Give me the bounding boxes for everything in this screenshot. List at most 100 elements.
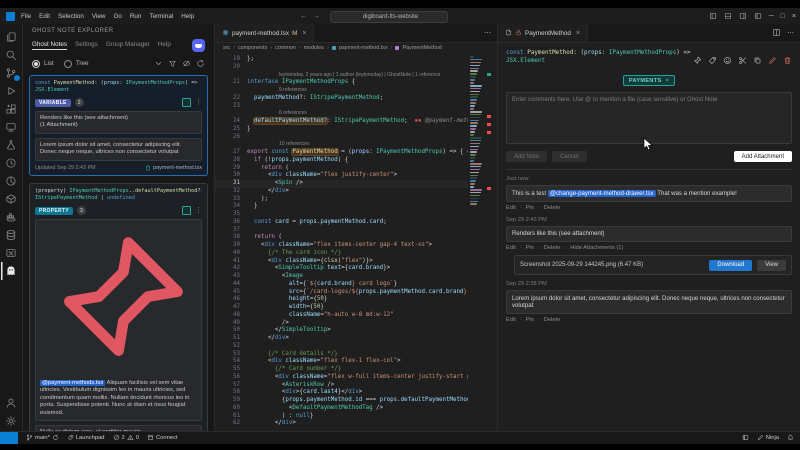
line-number[interactable]: 34 bbox=[215, 203, 247, 211]
sidebar-tab-group-manager[interactable]: Group Manager bbox=[106, 41, 150, 50]
activity-image-preview-icon[interactable] bbox=[1, 244, 21, 262]
line-number[interactable]: 40 bbox=[215, 250, 247, 258]
code-line[interactable]: 42 <SimpleTooltip text={card.brand}> bbox=[215, 265, 497, 273]
codelens-link[interactable]: 9 references bbox=[247, 87, 307, 95]
note-action-pin[interactable]: Pin bbox=[526, 205, 534, 211]
activity-search-icon[interactable] bbox=[1, 46, 21, 64]
toggle-panel-icon[interactable] bbox=[724, 7, 732, 25]
code-line[interactable]: 50 </SimpleTooltip> bbox=[215, 327, 497, 335]
code-line[interactable]: 19}; bbox=[215, 56, 497, 64]
codelens-link[interactable]: leytonoday, 2 years ago | 1 author (leyt… bbox=[247, 72, 440, 80]
line-number[interactable]: 59 bbox=[215, 397, 247, 405]
code-line[interactable]: 58 <div>{card.last4}</div> bbox=[215, 389, 497, 397]
code-line[interactable]: 24 defaultPaymentMethod?: IStripePayment… bbox=[215, 118, 497, 126]
delete-note-icon[interactable] bbox=[783, 52, 792, 70]
download-button[interactable]: Download bbox=[709, 260, 752, 271]
breadcrumb-item[interactable]: payment-method.tsx bbox=[339, 45, 388, 51]
snippet-note-icon[interactable] bbox=[738, 52, 747, 70]
note-action-edit[interactable]: Edit bbox=[506, 245, 516, 251]
code-line[interactable]: 25} bbox=[215, 126, 497, 134]
line-number[interactable]: 51 bbox=[215, 335, 247, 343]
line-number[interactable]: 27 bbox=[215, 149, 247, 157]
add-attachment-button[interactable]: Add Attachment bbox=[734, 151, 792, 162]
connect-item[interactable]: Connect bbox=[147, 434, 178, 441]
goto-symbol-icon[interactable] bbox=[182, 206, 191, 215]
code-line[interactable]: 35 bbox=[215, 211, 497, 219]
code-line[interactable]: 51 </div> bbox=[215, 335, 497, 343]
menu-help[interactable]: Help bbox=[181, 13, 194, 20]
command-center-search[interactable]: digiboard-tts-website bbox=[330, 11, 448, 23]
list-radio[interactable] bbox=[32, 60, 40, 68]
problems-item[interactable]: 2 0 bbox=[113, 434, 139, 441]
line-number[interactable]: 25 bbox=[215, 126, 247, 134]
line-number[interactable]: 46 bbox=[215, 296, 247, 304]
code-line[interactable]: 52 bbox=[215, 343, 497, 351]
line-number[interactable]: 20 bbox=[215, 64, 247, 72]
cancel-button[interactable]: Cancel bbox=[552, 151, 587, 162]
note-body[interactable]: @payment-methods.tsx Aliquam facilisis v… bbox=[35, 219, 202, 421]
refresh-icon[interactable] bbox=[196, 59, 205, 68]
line-number[interactable]: 29 bbox=[215, 165, 247, 173]
line-number[interactable]: 62 bbox=[215, 420, 247, 428]
codelens-link[interactable]: 6 references bbox=[247, 110, 307, 118]
code-editor[interactable]: 19};20leytonoday, 2 years ago | 1 author… bbox=[215, 53, 497, 432]
line-number[interactable]: 60 bbox=[215, 405, 247, 413]
code-line[interactable]: 37 bbox=[215, 227, 497, 235]
breadcrumb[interactable]: src›components›common›modules›payment-me… bbox=[215, 43, 497, 53]
git-branch-item[interactable]: main* bbox=[26, 434, 59, 441]
line-number[interactable]: 39 bbox=[215, 242, 247, 250]
note-file-link[interactable]: payment-method.tsx bbox=[145, 165, 202, 171]
line-number[interactable]: 42 bbox=[215, 265, 247, 273]
menu-edit[interactable]: Edit bbox=[39, 13, 50, 20]
code-line[interactable]: 38 return ( bbox=[215, 234, 497, 242]
code-line[interactable]: 56 <div className="flex w-full items-cen… bbox=[215, 374, 497, 382]
code-line[interactable]: 53 {/* Card details */} bbox=[215, 351, 497, 359]
line-number[interactable]: 28 bbox=[215, 157, 247, 165]
formatter-item[interactable]: Ninja bbox=[757, 434, 779, 441]
editor-overflow-icon[interactable]: ⋯ bbox=[484, 29, 491, 37]
line-number[interactable]: 55 bbox=[215, 366, 247, 374]
line-number[interactable]: 61 bbox=[215, 413, 247, 421]
line-number[interactable]: 36 bbox=[215, 219, 247, 227]
menu-terminal[interactable]: Terminal bbox=[149, 13, 173, 20]
activity-run-and-debug-icon[interactable] bbox=[1, 82, 21, 100]
layout-status-item[interactable] bbox=[742, 434, 749, 441]
activity-database-icon[interactable] bbox=[1, 226, 21, 244]
line-number[interactable]: 21 bbox=[215, 79, 247, 87]
file-mention[interactable]: @change-payment-method-drawer.tsx bbox=[548, 190, 656, 197]
activity-remote-explorer-icon[interactable] bbox=[1, 118, 21, 136]
remove-tag-icon[interactable]: × bbox=[665, 78, 669, 84]
line-number[interactable]: 50 bbox=[215, 327, 247, 335]
note-card[interactable]: (property) IPaymentMethodProps..defaultP… bbox=[29, 183, 208, 432]
line-number[interactable]: 45 bbox=[215, 289, 247, 297]
code-line[interactable]: 61 ) : null} bbox=[215, 413, 497, 421]
code-line[interactable]: 40 {/* The card icon */} bbox=[215, 250, 497, 258]
code-line[interactable]: 44 alt={`${card.brand} card logo`} bbox=[215, 281, 497, 289]
line-number[interactable]: 31 bbox=[215, 180, 247, 188]
code-line[interactable]: 36 const card = props.paymentMethod.card… bbox=[215, 219, 497, 227]
activity-extensions-icon[interactable] bbox=[1, 100, 21, 118]
line-number[interactable]: 53 bbox=[215, 351, 247, 359]
activity-testing-icon[interactable] bbox=[1, 136, 21, 154]
note-action-delete[interactable]: Delete bbox=[544, 317, 560, 323]
launchpad-item[interactable]: Launchpad bbox=[67, 434, 105, 441]
toggle-secondary-sidebar-icon[interactable] bbox=[739, 7, 747, 25]
line-number[interactable]: 52 bbox=[215, 343, 247, 351]
filter-icon[interactable] bbox=[168, 59, 177, 68]
code-line[interactable]: 27export const PaymentMethod = (props: I… bbox=[215, 149, 497, 157]
split-editor-icon[interactable] bbox=[772, 24, 781, 42]
line-number[interactable]: 41 bbox=[215, 258, 247, 266]
activity-containers-icon[interactable] bbox=[1, 208, 21, 226]
toggle-sidebar-icon[interactable] bbox=[709, 7, 717, 25]
vscode-logo-icon[interactable] bbox=[6, 12, 15, 21]
feed-note[interactable]: Lorem ipsum dolor sit amet, consectetur … bbox=[506, 290, 792, 314]
close-tab-icon[interactable]: × bbox=[576, 30, 580, 37]
breadcrumb-item[interactable]: components bbox=[238, 45, 267, 51]
maximize-button[interactable]: □ bbox=[781, 13, 785, 20]
breadcrumb-item[interactable]: PaymentMethod bbox=[402, 45, 441, 51]
note-action-pin[interactable]: Pin bbox=[526, 245, 534, 251]
code-line[interactable]: 47 width={50} bbox=[215, 304, 497, 312]
line-number[interactable]: 33 bbox=[215, 196, 247, 204]
code-line[interactable]: 31 <Spin /> bbox=[215, 180, 497, 188]
breadcrumb-item[interactable]: common bbox=[275, 45, 296, 51]
